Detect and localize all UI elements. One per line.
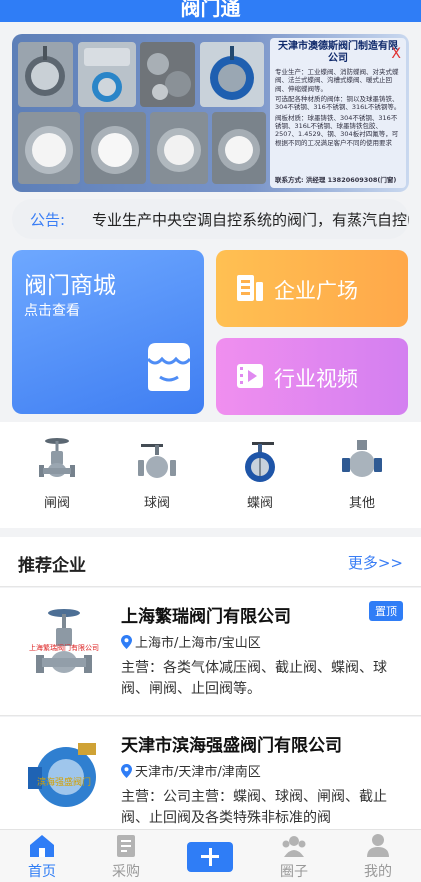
banner-line-3: 阀板材质：球墨铸铁、304不锈钢、316不锈钢、316L不锈钢、球墨铸铁包胶、2…: [275, 113, 399, 147]
tab-circle-label: 圈子: [280, 864, 308, 880]
tab-purchase-label: 采购: [112, 864, 140, 880]
lined-valve-photo-2: [84, 112, 146, 184]
category-gate-valve[interactable]: 闸阀: [22, 436, 92, 511]
company-description: 主营：各类气体减压阀、截止阀、蝶阀、球阀、闸阀、止回阀等。: [121, 660, 387, 697]
category-label: 球阀: [143, 496, 170, 511]
tab-purchase[interactable]: 采购: [96, 833, 156, 881]
building-icon: [237, 275, 263, 301]
category-label: 蝶阀: [246, 496, 273, 511]
location-pin-icon: [121, 764, 132, 778]
publish-plus-button[interactable]: [187, 842, 233, 872]
notice-text: 专业生产中央空调自控系统的阀门，有蒸汽自控阀门: [92, 211, 409, 229]
promo-banner[interactable]: 天津市澳德斯阀门制造有限公司 专业生产：工业蝶阀、消防蝶阀、对夹式蝶阀、法兰式蝶…: [12, 34, 409, 192]
company-location: 上海市/上海市/宝山区: [121, 632, 261, 651]
category-ball-valve[interactable]: 球阀: [122, 436, 192, 511]
blue-butterfly-valve-photo: [200, 42, 264, 107]
app-header: 阀门通: [0, 0, 421, 22]
category-other-valve[interactable]: 其他: [327, 436, 397, 511]
company-item[interactable]: 滨海强盛阀门 天津市滨海强盛阀门有限公司 天津市/天津市/津南区 主营：公司主营…: [0, 717, 421, 829]
butterfly-valve-icon: [245, 442, 275, 482]
tab-profile-label: 我的: [364, 864, 392, 880]
purchase-icon: [117, 835, 135, 857]
ball-valve-icon: [138, 444, 176, 478]
tab-home[interactable]: 首页: [12, 833, 72, 881]
location-pin-icon: [121, 635, 132, 649]
valve-parts-photo: [140, 42, 195, 107]
tab-circle[interactable]: 圈子: [264, 833, 324, 881]
notice-bar[interactable]: 公告: 专业生产中央空调自控系统的阀门，有蒸汽自控阀门: [12, 199, 409, 239]
category-butterfly-valve[interactable]: 蝶阀: [225, 436, 295, 511]
industry-video-card[interactable]: 行业视频: [216, 338, 408, 415]
butterfly-valve-photo: [18, 42, 73, 107]
profile-icon: [367, 834, 389, 857]
notice-label: 公告:: [30, 211, 66, 229]
company-location-text: 天津市/天津市/津南区: [135, 765, 261, 780]
company-location-text: 上海市/上海市/宝山区: [135, 636, 261, 651]
shop-icon: [146, 343, 192, 391]
company-description: 主营：公司主营：蝶阀、球阀、闸阀、截止阀、止回阀及各类特殊非标准的阀: [121, 789, 387, 826]
recommended-title: 推荐企业: [18, 556, 86, 576]
company-logo: 滨海强盛阀门: [18, 729, 110, 821]
banner-line-2: 可选配各种材质的阀体：铜以及球墨铸铁、304不锈钢、316不锈钢、316L不锈钢…: [275, 94, 401, 112]
company-logo-text: 滨海强盛阀门: [37, 776, 91, 788]
video-icon: [237, 364, 263, 388]
lined-valve-photo-3: [150, 112, 208, 184]
industry-video-label: 行业视频: [274, 367, 358, 391]
circle-icon: [282, 836, 306, 857]
banner-close-icon[interactable]: X: [391, 46, 401, 62]
page-title: 阀门通: [180, 0, 241, 20]
company-name: 天津市滨海强盛阀门有限公司: [121, 736, 342, 756]
enterprise-plaza-card[interactable]: 企业广场: [216, 250, 408, 327]
recommended-section-header: 推荐企业 更多>>: [0, 537, 421, 587]
home-icon: [30, 835, 54, 857]
tab-profile[interactable]: 我的: [348, 833, 408, 881]
pinned-badge: 置顶: [369, 601, 403, 621]
banner-company-info: 天津市澳德斯阀门制造有限公司 专业生产：工业蝶阀、消防蝶阀、对夹式蝶阀、法兰式蝶…: [270, 38, 406, 188]
company-name: 上海繁瑞阀门有限公司: [121, 607, 291, 627]
valve-mall-title: 阀门商城: [24, 273, 116, 299]
valve-mall-subtitle: 点击查看: [24, 303, 80, 319]
company-logo: 上海繁瑞阀门有限公司: [18, 600, 110, 692]
banner-line-1: 专业生产：工业蝶阀、消防蝶阀、对夹式蝶阀、法兰式蝶阀、沟槽式蝶阀、暖式止回阀、伸…: [275, 68, 399, 93]
valve-mall-card[interactable]: 阀门商城 点击查看: [12, 250, 204, 414]
actuator-valve-photo: [78, 42, 136, 107]
banner-company-title: 天津市澳德斯阀门制造有限公司: [278, 41, 398, 64]
company-location: 天津市/天津市/津南区: [121, 761, 261, 780]
other-valve-icon: [342, 440, 382, 477]
gate-valve-icon: [39, 438, 75, 477]
enterprise-plaza-label: 企业广场: [274, 279, 358, 303]
tab-home-label: 首页: [28, 864, 56, 880]
bottom-tab-bar: 首页 采购 圈子 我的: [0, 829, 421, 882]
company-logo-text: 上海繁瑞阀门有限公司: [29, 643, 99, 652]
lined-valve-photo-4: [212, 112, 266, 184]
category-grid: 闸阀 球阀 蝶阀 其他: [0, 422, 421, 528]
more-link[interactable]: 更多>>: [348, 552, 403, 573]
category-label: 闸阀: [43, 496, 70, 511]
category-label: 其他: [348, 496, 375, 511]
banner-contact: 联系方式: 洪经理 13820609308(门窗): [275, 175, 397, 184]
lined-valve-photo-1: [18, 112, 80, 184]
company-item[interactable]: 上海繁瑞阀门有限公司 上海繁瑞阀门有限公司 置顶 上海市/上海市/宝山区 主营：…: [0, 588, 421, 716]
